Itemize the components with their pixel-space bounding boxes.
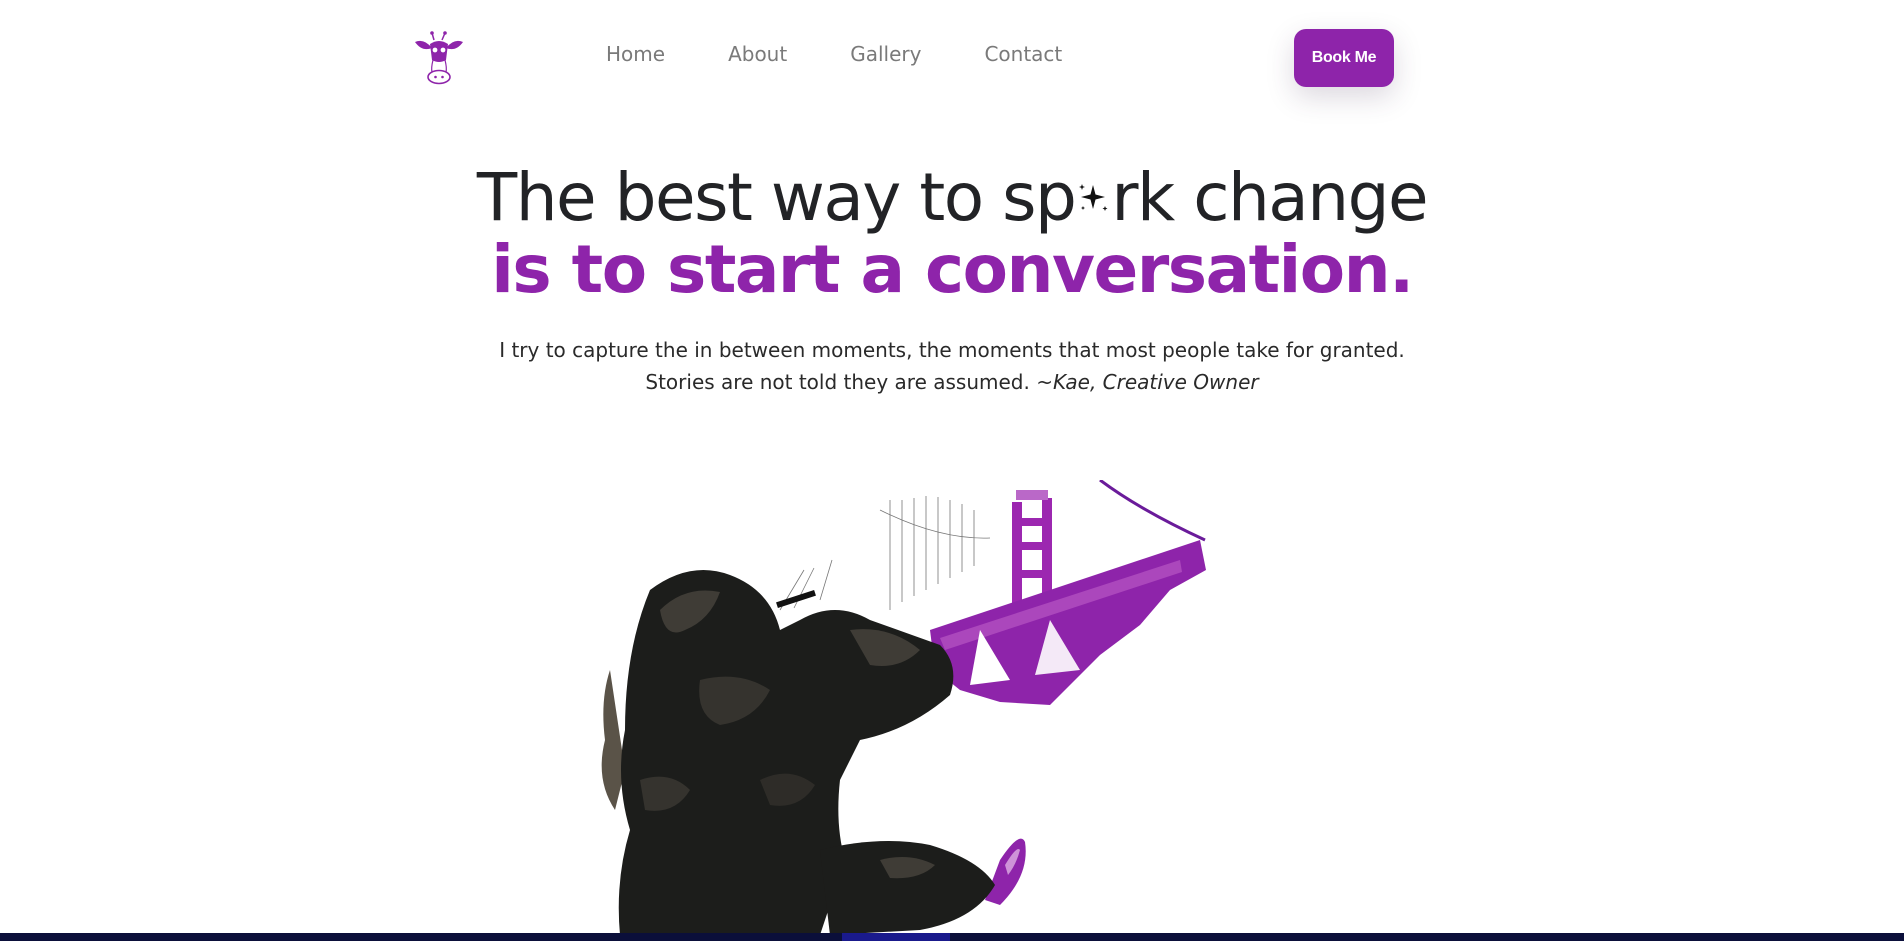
nav-home-link[interactable]: Home (606, 40, 665, 68)
hero-headline: The best way to sp rk change (0, 158, 1904, 238)
quote-text: Stories are not told they are assumed. (645, 370, 1030, 394)
bottom-bar-indicator (842, 933, 950, 941)
photographer-bridge-illustration (601, 480, 1206, 935)
nav-contact-link[interactable]: Contact (984, 40, 1062, 68)
headline-part-2: rk change (1111, 159, 1428, 236)
main-nav: Home About Gallery Contact (606, 40, 1062, 68)
headline-part-1: The best way to sp (476, 159, 1077, 236)
sparkle-icon (1079, 184, 1108, 211)
quote-line-2: Stories are not told they are assumed. ~… (0, 367, 1904, 397)
quote-line-1: I try to capture the in between moments,… (499, 338, 1405, 362)
giraffe-logo-icon[interactable] (412, 30, 466, 86)
photographer-silhouette (601, 570, 995, 935)
bridge-main-cable (1099, 480, 1206, 542)
book-me-button[interactable]: Book Me (1294, 29, 1394, 87)
nav-gallery-link[interactable]: Gallery (850, 40, 921, 68)
nav-about-link[interactable]: About (728, 40, 787, 68)
quote-author: ~Kae, Creative Owner (1036, 370, 1259, 394)
purple-shoe (985, 838, 1026, 905)
bottom-bar (0, 933, 1904, 941)
hero-subheadline: is to start a conversation. (491, 231, 1414, 308)
page: Home About Gallery Contact Book Me The b… (0, 0, 1904, 941)
